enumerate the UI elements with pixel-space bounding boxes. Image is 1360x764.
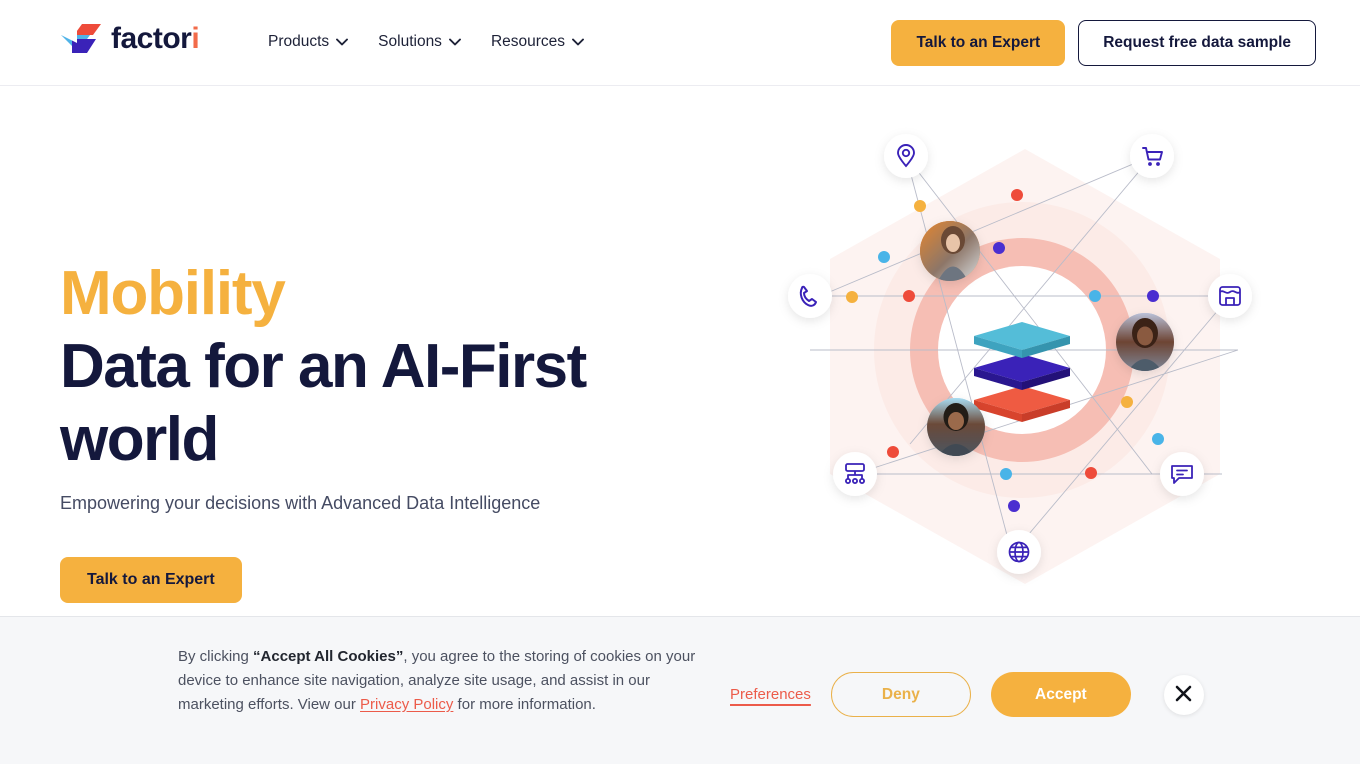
node-phone	[788, 274, 832, 318]
hero-kicker: Mobility	[60, 259, 286, 328]
talk-to-expert-button[interactable]: Talk to an Expert	[891, 20, 1066, 66]
hero-copy: Mobility Data for an AI-First world Empo…	[60, 256, 720, 603]
cookie-text-suffix: for more information.	[453, 696, 596, 713]
chevron-down-icon	[336, 30, 349, 54]
nav-item-solutions[interactable]: Solutions	[378, 30, 461, 54]
preferences-link[interactable]: Preferences	[730, 684, 811, 706]
header-actions: Talk to an Expert Request free data samp…	[891, 20, 1316, 66]
nav-item-resources[interactable]: Resources	[491, 30, 584, 54]
nav-label: Resources	[490, 33, 566, 50]
cookie-banner-actions: Preferences Deny Accept	[730, 672, 1204, 717]
avatar-woman-right	[1116, 313, 1174, 371]
data-network-illustration	[760, 114, 1300, 604]
avatar-man-bottom	[927, 398, 985, 456]
hero-subhead: Empowering your decisions with Advanced …	[60, 493, 541, 513]
deny-button[interactable]: Deny	[830, 672, 971, 717]
page-title: Data for an AI-First world	[60, 332, 587, 474]
site-header: factori Products Solutions Resources Tal…	[0, 0, 1360, 86]
cookie-text-prefix: By clicking	[178, 648, 254, 665]
close-banner-button[interactable]	[1163, 674, 1204, 715]
avatar-woman-top	[920, 221, 980, 281]
request-data-sample-button[interactable]: Request free data sample	[1078, 20, 1316, 66]
node-shopping-cart	[1130, 134, 1174, 178]
layered-stack-icon	[974, 322, 1070, 422]
chevron-down-icon	[448, 30, 461, 54]
privacy-policy-link[interactable]: Privacy Policy	[360, 696, 453, 713]
nav-label: Products	[268, 33, 330, 50]
chevron-down-icon	[572, 30, 584, 54]
cookie-text-bold: “Accept All Cookies”	[253, 648, 404, 665]
hero-talk-to-expert-button[interactable]: Talk to an Expert	[60, 557, 242, 603]
node-storefront	[1208, 274, 1252, 318]
close-icon	[1175, 685, 1192, 705]
logo[interactable]: factori	[60, 22, 200, 56]
logo-text: factori	[111, 22, 200, 55]
accept-button[interactable]: Accept	[990, 672, 1131, 717]
hero-section: Mobility Data for an AI-First world Empo…	[0, 86, 1360, 616]
cookie-banner-text: By clicking “Accept All Cookies”, you ag…	[178, 645, 718, 717]
hero-cta-wrap: Talk to an Expert	[60, 557, 720, 603]
main-nav: Products Solutions Resources	[268, 30, 584, 54]
factori-arrow-logo-icon	[60, 22, 102, 56]
nav-label: Solutions	[378, 33, 442, 50]
cookie-consent-banner: By clicking “Accept All Cookies”, you ag…	[0, 616, 1360, 764]
nav-item-products[interactable]: Products	[268, 30, 349, 54]
